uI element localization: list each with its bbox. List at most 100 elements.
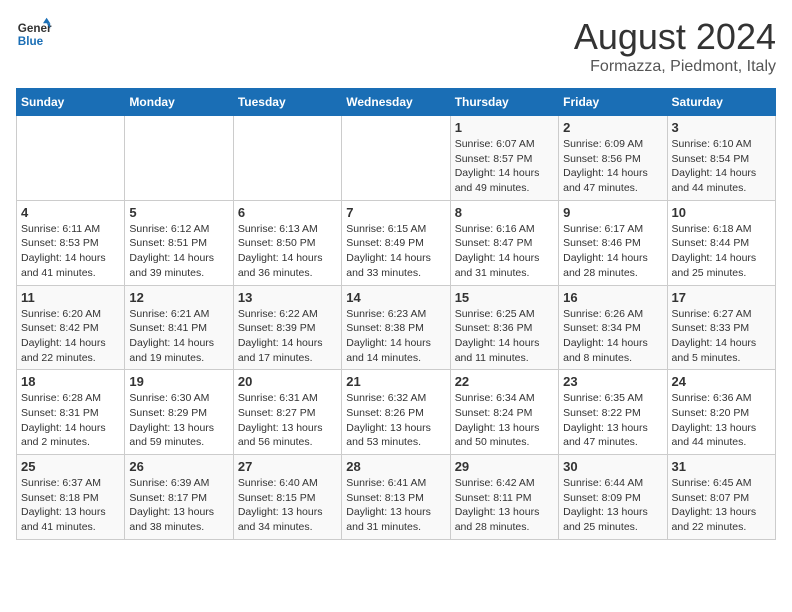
logo: General Blue bbox=[16, 16, 52, 52]
day-info: Sunrise: 6:35 AM Sunset: 8:22 PM Dayligh… bbox=[563, 391, 662, 450]
day-info: Sunrise: 6:09 AM Sunset: 8:56 PM Dayligh… bbox=[563, 137, 662, 196]
day-cell: 5 Sunrise: 6:12 AM Sunset: 8:51 PM Daylig… bbox=[125, 200, 233, 285]
day-number: 7 bbox=[346, 205, 445, 220]
week-row-3: 11 Sunrise: 6:20 AM Sunset: 8:42 PM Dayli… bbox=[17, 285, 776, 370]
day-info: Sunrise: 6:12 AM Sunset: 8:51 PM Dayligh… bbox=[129, 222, 228, 281]
day-number: 22 bbox=[455, 374, 554, 389]
day-number: 29 bbox=[455, 459, 554, 474]
day-cell: 15 Sunrise: 6:25 AM Sunset: 8:36 PM Dayli… bbox=[450, 285, 558, 370]
day-info: Sunrise: 6:30 AM Sunset: 8:29 PM Dayligh… bbox=[129, 391, 228, 450]
day-info: Sunrise: 6:13 AM Sunset: 8:50 PM Dayligh… bbox=[238, 222, 337, 281]
day-cell: 31Sunrise: 6:45 AM Sunset: 8:07 PM Dayli… bbox=[667, 455, 775, 540]
day-number: 23 bbox=[563, 374, 662, 389]
day-cell: 24Sunrise: 6:36 AM Sunset: 8:20 PM Dayli… bbox=[667, 370, 775, 455]
header: General Blue August 2024 Formazza, Piedm… bbox=[16, 16, 776, 76]
day-info: Sunrise: 6:17 AM Sunset: 8:46 PM Dayligh… bbox=[563, 222, 662, 281]
day-info: Sunrise: 6:21 AM Sunset: 8:41 PM Dayligh… bbox=[129, 307, 228, 366]
weekday-header-tuesday: Tuesday bbox=[233, 89, 341, 116]
svg-text:General: General bbox=[18, 22, 52, 35]
day-info: Sunrise: 6:31 AM Sunset: 8:27 PM Dayligh… bbox=[238, 391, 337, 450]
week-row-5: 25 Sunrise: 6:37 AM Sunset: 8:18 PM Dayli… bbox=[17, 455, 776, 540]
day-cell bbox=[125, 116, 233, 201]
week-row-2: 4Sunrise: 6:11 AM Sunset: 8:53 PM Daylig… bbox=[17, 200, 776, 285]
day-number: 19 bbox=[129, 374, 228, 389]
day-info: Sunrise: 6:41 AM Sunset: 8:13 PM Dayligh… bbox=[346, 476, 445, 535]
day-info: Sunrise: 6:37 AM Sunset: 8:18 PM Dayligh… bbox=[21, 476, 120, 535]
day-info: Sunrise: 6:25 AM Sunset: 8:36 PM Dayligh… bbox=[455, 307, 554, 366]
day-cell: 17 Sunrise: 6:27 AM Sunset: 8:33 PM Dayli… bbox=[667, 285, 775, 370]
day-info: Sunrise: 6:23 AM Sunset: 8:38 PM Dayligh… bbox=[346, 307, 445, 366]
week-row-4: 18 Sunrise: 6:28 AM Sunset: 8:31 PM Dayli… bbox=[17, 370, 776, 455]
day-info: Sunrise: 6:20 AM Sunset: 8:42 PM Dayligh… bbox=[21, 307, 120, 366]
day-cell: 8 Sunrise: 6:16 AM Sunset: 8:47 PM Daylig… bbox=[450, 200, 558, 285]
day-number: 26 bbox=[129, 459, 228, 474]
day-number: 11 bbox=[21, 290, 120, 305]
day-info: Sunrise: 6:27 AM Sunset: 8:33 PM Dayligh… bbox=[672, 307, 771, 366]
day-info: Sunrise: 6:34 AM Sunset: 8:24 PM Dayligh… bbox=[455, 391, 554, 450]
weekday-header-row: SundayMondayTuesdayWednesdayThursdayFrid… bbox=[17, 89, 776, 116]
day-number: 20 bbox=[238, 374, 337, 389]
day-cell: 11 Sunrise: 6:20 AM Sunset: 8:42 PM Dayli… bbox=[17, 285, 125, 370]
svg-text:Blue: Blue bbox=[18, 35, 44, 48]
day-cell bbox=[17, 116, 125, 201]
day-number: 8 bbox=[455, 205, 554, 220]
day-number: 30 bbox=[563, 459, 662, 474]
day-number: 1 bbox=[455, 120, 554, 135]
day-info: Sunrise: 6:36 AM Sunset: 8:20 PM Dayligh… bbox=[672, 391, 771, 450]
day-cell bbox=[342, 116, 450, 201]
day-cell bbox=[233, 116, 341, 201]
month-title: August 2024 bbox=[574, 16, 776, 58]
day-number: 9 bbox=[563, 205, 662, 220]
weekday-header-thursday: Thursday bbox=[450, 89, 558, 116]
day-info: Sunrise: 6:28 AM Sunset: 8:31 PM Dayligh… bbox=[21, 391, 120, 450]
day-cell: 13Sunrise: 6:22 AM Sunset: 8:39 PM Dayli… bbox=[233, 285, 341, 370]
day-info: Sunrise: 6:15 AM Sunset: 8:49 PM Dayligh… bbox=[346, 222, 445, 281]
day-cell: 19 Sunrise: 6:30 AM Sunset: 8:29 PM Dayli… bbox=[125, 370, 233, 455]
day-number: 12 bbox=[129, 290, 228, 305]
day-cell: 29Sunrise: 6:42 AM Sunset: 8:11 PM Dayli… bbox=[450, 455, 558, 540]
calendar: SundayMondayTuesdayWednesdayThursdayFrid… bbox=[16, 88, 776, 540]
day-number: 25 bbox=[21, 459, 120, 474]
day-info: Sunrise: 6:22 AM Sunset: 8:39 PM Dayligh… bbox=[238, 307, 337, 366]
weekday-header-saturday: Saturday bbox=[667, 89, 775, 116]
week-row-1: 1Sunrise: 6:07 AM Sunset: 8:57 PM Daylig… bbox=[17, 116, 776, 201]
day-number: 3 bbox=[672, 120, 771, 135]
day-cell: 20 Sunrise: 6:31 AM Sunset: 8:27 PM Dayli… bbox=[233, 370, 341, 455]
day-number: 21 bbox=[346, 374, 445, 389]
day-cell: 6 Sunrise: 6:13 AM Sunset: 8:50 PM Daylig… bbox=[233, 200, 341, 285]
weekday-header-monday: Monday bbox=[125, 89, 233, 116]
weekday-header-wednesday: Wednesday bbox=[342, 89, 450, 116]
day-cell: 10Sunrise: 6:18 AM Sunset: 8:44 PM Dayli… bbox=[667, 200, 775, 285]
day-number: 18 bbox=[21, 374, 120, 389]
day-number: 6 bbox=[238, 205, 337, 220]
day-info: Sunrise: 6:10 AM Sunset: 8:54 PM Dayligh… bbox=[672, 137, 771, 196]
day-cell: 30Sunrise: 6:44 AM Sunset: 8:09 PM Dayli… bbox=[559, 455, 667, 540]
day-number: 10 bbox=[672, 205, 771, 220]
day-number: 4 bbox=[21, 205, 120, 220]
day-cell: 9 Sunrise: 6:17 AM Sunset: 8:46 PM Daylig… bbox=[559, 200, 667, 285]
day-cell: 21 Sunrise: 6:32 AM Sunset: 8:26 PM Dayli… bbox=[342, 370, 450, 455]
day-info: Sunrise: 6:39 AM Sunset: 8:17 PM Dayligh… bbox=[129, 476, 228, 535]
day-cell: 14 Sunrise: 6:23 AM Sunset: 8:38 PM Dayli… bbox=[342, 285, 450, 370]
weekday-header-friday: Friday bbox=[559, 89, 667, 116]
day-number: 15 bbox=[455, 290, 554, 305]
day-cell: 3 Sunrise: 6:10 AM Sunset: 8:54 PM Daylig… bbox=[667, 116, 775, 201]
title-area: August 2024 Formazza, Piedmont, Italy bbox=[574, 16, 776, 76]
logo-icon: General Blue bbox=[16, 16, 52, 52]
location-title: Formazza, Piedmont, Italy bbox=[574, 58, 776, 76]
day-number: 17 bbox=[672, 290, 771, 305]
day-cell: 16Sunrise: 6:26 AM Sunset: 8:34 PM Dayli… bbox=[559, 285, 667, 370]
day-number: 28 bbox=[346, 459, 445, 474]
day-cell: 28 Sunrise: 6:41 AM Sunset: 8:13 PM Dayli… bbox=[342, 455, 450, 540]
day-number: 2 bbox=[563, 120, 662, 135]
day-number: 31 bbox=[672, 459, 771, 474]
day-info: Sunrise: 6:26 AM Sunset: 8:34 PM Dayligh… bbox=[563, 307, 662, 366]
day-number: 14 bbox=[346, 290, 445, 305]
day-info: Sunrise: 6:16 AM Sunset: 8:47 PM Dayligh… bbox=[455, 222, 554, 281]
day-info: Sunrise: 6:32 AM Sunset: 8:26 PM Dayligh… bbox=[346, 391, 445, 450]
day-cell: 22 Sunrise: 6:34 AM Sunset: 8:24 PM Dayli… bbox=[450, 370, 558, 455]
day-cell: 4Sunrise: 6:11 AM Sunset: 8:53 PM Daylig… bbox=[17, 200, 125, 285]
day-cell: 26 Sunrise: 6:39 AM Sunset: 8:17 PM Dayli… bbox=[125, 455, 233, 540]
day-cell: 23 Sunrise: 6:35 AM Sunset: 8:22 PM Dayli… bbox=[559, 370, 667, 455]
day-number: 5 bbox=[129, 205, 228, 220]
